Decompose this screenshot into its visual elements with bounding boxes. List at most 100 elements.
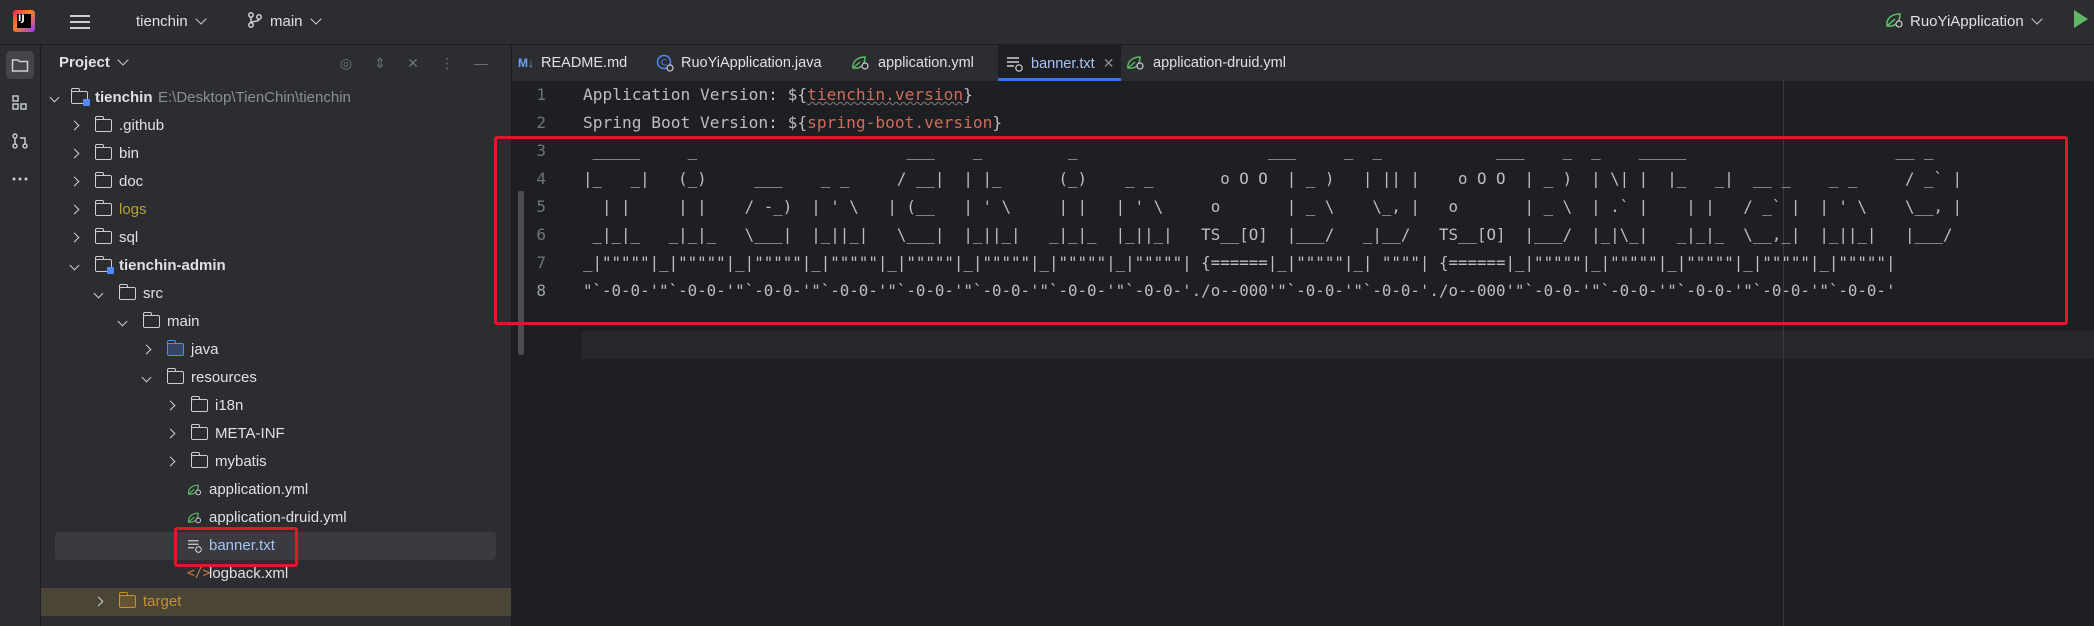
tree-label: resources [191, 369, 257, 386]
project-panel: Project ◎ ⇕ ✕ ⋮ — tienchin E:\Desktop\Ti… [41, 45, 512, 626]
chevron-right-icon [69, 176, 80, 187]
hide-icon[interactable]: — [473, 55, 489, 71]
tree-item-application-yml[interactable]: application.yml [41, 476, 511, 504]
tree-item-src[interactable]: src [41, 280, 511, 308]
line-number: 3 [536, 141, 546, 160]
tree-item-application-druid-yml[interactable]: application-druid.yml [41, 504, 511, 532]
branch-switcher[interactable]: main [246, 10, 322, 34]
close-icon[interactable]: ✕ [1103, 55, 1115, 71]
project-name: tienchin [136, 13, 188, 30]
chevron-down-icon [69, 260, 80, 271]
collapse-all-icon[interactable]: ✕ [405, 55, 421, 71]
tree-item-logs[interactable]: logs [41, 196, 511, 224]
pull-request-icon [12, 133, 28, 149]
tree-label: tienchin [95, 89, 153, 106]
tree-item-tienchin-admin[interactable]: tienchin-admin [41, 252, 511, 280]
folder-icon [94, 116, 112, 132]
project-view-selector[interactable]: Project [59, 54, 129, 71]
commit-tool-button[interactable] [6, 127, 34, 155]
folder-icon [11, 59, 29, 72]
folder-icon [94, 228, 112, 244]
tree-label: main [167, 313, 200, 330]
tree-item-target[interactable]: target [41, 588, 511, 616]
folder-icon [94, 144, 112, 160]
spring-yml-icon [852, 56, 869, 70]
chevron-down-icon [141, 372, 152, 383]
main-menu-icon[interactable] [70, 12, 90, 32]
tree-item-doc[interactable]: doc [41, 168, 511, 196]
tree-item-resources[interactable]: resources [41, 364, 511, 392]
chevron-down-icon [117, 316, 128, 327]
tab-application-druid-yml[interactable]: application-druid.yml [1126, 45, 1286, 81]
tree-label: java [191, 341, 219, 358]
project-tool-button[interactable] [6, 51, 34, 79]
ascii-art-line: _|"""""|_|"""""|_|"""""|_|"""""|_|"""""|… [583, 253, 1896, 272]
branch-name: main [270, 13, 303, 30]
java-class-icon: C [656, 54, 674, 72]
structure-icon [12, 95, 27, 110]
tree-item-logback-xml[interactable]: </> logback.xml [41, 560, 511, 588]
chevron-right-icon [165, 428, 176, 439]
line-number: 6 [536, 225, 546, 244]
tree-label: application.yml [209, 481, 309, 498]
tree-item-banner-txt[interactable]: banner.txt [55, 532, 496, 560]
chevron-right-icon [69, 148, 80, 159]
tree-item-java[interactable]: java [41, 336, 511, 364]
tree-item-i18n[interactable]: i18n [41, 392, 511, 420]
git-branch-icon [248, 12, 262, 28]
chevron-down-icon [117, 54, 129, 66]
tab-ruoyiapplication[interactable]: C RuoYiApplication.java [656, 45, 822, 81]
tree-item-tienchin[interactable]: tienchin E:\Desktop\TienChin\tienchin [41, 84, 511, 112]
tree-item-sql[interactable]: sql [41, 224, 511, 252]
expand-all-icon[interactable]: ⇕ [372, 55, 388, 71]
tree-item-github[interactable]: .github [41, 112, 511, 140]
tree-label: mybatis [215, 453, 267, 470]
source-folder-icon [166, 340, 184, 356]
chevron-down-icon [2031, 13, 2043, 25]
tool-window-strip [0, 45, 41, 626]
line-number: 1 [536, 85, 546, 104]
chevron-right-icon [69, 120, 80, 131]
ascii-art-line: | | | | / -_) | ' \ | (__ | ' \ | | | ' … [583, 197, 1963, 216]
run-icon[interactable] [2074, 10, 2088, 28]
chevron-right-icon [165, 456, 176, 467]
tree-item-meta-inf[interactable]: META-INF [41, 420, 511, 448]
tree-label: src [143, 285, 163, 302]
folder-icon [94, 200, 112, 216]
tab-application-yml[interactable]: application.yml [851, 45, 974, 81]
ascii-art-line: _____ _ ___ _ _ ___ _ _ ___ _ _ _____ __… [583, 141, 1934, 160]
text-file-icon [188, 540, 202, 553]
spring-yml-icon [187, 512, 202, 524]
tree-item-mybatis[interactable]: mybatis [41, 448, 511, 476]
editor-tabs: M↓ README.md C RuoYiApplication.java appl… [512, 45, 2094, 82]
chevron-right-icon [165, 400, 176, 411]
chevron-down-icon [309, 13, 322, 25]
tree-item-main[interactable]: main [41, 308, 511, 336]
module-folder-icon [94, 256, 114, 274]
tab-banner-txt[interactable]: banner.txt ✕ [998, 45, 1121, 81]
title-bar: IJ tienchin main RuoYiApplication [0, 0, 2094, 45]
chevron-down-icon [49, 92, 60, 103]
tree-label: logs [119, 201, 147, 218]
project-switcher[interactable]: tienchin [136, 10, 207, 34]
spring-yml-icon [1127, 56, 1144, 70]
chevron-right-icon [93, 596, 104, 607]
folder-icon [94, 172, 112, 188]
resources-folder-icon [166, 368, 184, 384]
line-number: 7 [536, 253, 546, 272]
editor-area: M↓ README.md C RuoYiApplication.java appl… [512, 45, 2094, 626]
tree-label: target [143, 593, 182, 610]
excluded-folder-icon [118, 592, 136, 608]
run-config-name: RuoYiApplication [1910, 13, 2024, 30]
more-tools-button[interactable] [6, 165, 34, 193]
options-icon[interactable]: ⋮ [439, 55, 455, 71]
tab-readme[interactable]: M↓ README.md [518, 45, 627, 81]
locate-icon[interactable]: ◎ [338, 55, 354, 71]
tree-label: banner.txt [209, 537, 275, 554]
tree-item-bin[interactable]: bin [41, 140, 511, 168]
chevron-down-icon [195, 13, 207, 25]
structure-tool-button[interactable] [6, 89, 34, 117]
run-config-selector[interactable]: RuoYiApplication [1884, 10, 2043, 34]
tree-label: i18n [215, 397, 244, 414]
tree-label: logback.xml [209, 565, 289, 582]
